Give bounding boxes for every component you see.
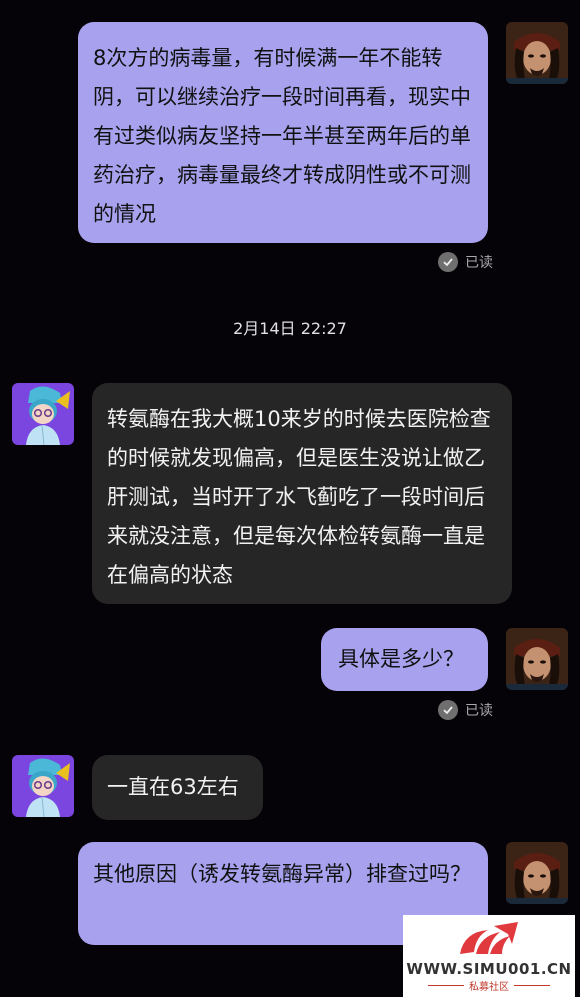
timestamp-divider: 2月14日 22:27 [233, 319, 347, 338]
self-avatar[interactable] [506, 22, 568, 84]
message-text: 具体是多少？ [338, 647, 464, 671]
self-avatar[interactable] [506, 628, 568, 690]
contact-avatar[interactable] [12, 383, 74, 445]
message-text: 转氨酶在我大概10来岁的时候去医院检查的时候就发现偏高，但是医生没说让做乙肝测试… [107, 407, 491, 587]
message-text: 8次方的病毒量，有时候满一年不能转阴，可以继续治疗一段时间再看，现实中有过类似病… [93, 46, 471, 226]
read-label: 已读 [465, 255, 493, 271]
read-label: 已读 [465, 703, 493, 719]
watermark-url: WWW.SIMU001.CN [406, 960, 572, 978]
read-receipt: 已读 [438, 252, 493, 272]
watermark-logo-icon [460, 922, 518, 954]
outgoing-message-bubble[interactable]: 具体是多少？ [321, 628, 488, 691]
self-avatar[interactable] [506, 842, 568, 904]
contact-avatar[interactable] [12, 755, 74, 817]
message-text: 一直在63左右 [107, 775, 239, 799]
check-icon [438, 252, 458, 272]
outgoing-message-bubble[interactable]: 8次方的病毒量，有时候满一年不能转阴，可以继续治疗一段时间再看，现实中有过类似病… [78, 22, 488, 243]
incoming-message-bubble[interactable]: 一直在63左右 [92, 755, 263, 820]
watermark-subtitle: 私募社区 [423, 978, 555, 993]
incoming-message-bubble[interactable]: 转氨酶在我大概10来岁的时候去医院检查的时候就发现偏高，但是医生没说让做乙肝测试… [92, 383, 512, 604]
check-icon [438, 700, 458, 720]
read-receipt: 已读 [438, 700, 493, 720]
message-text: 其他原因（诱发转氨酶异常）排查过吗？ [93, 862, 471, 886]
watermark: WWW.SIMU001.CN 私募社区 [403, 915, 575, 997]
